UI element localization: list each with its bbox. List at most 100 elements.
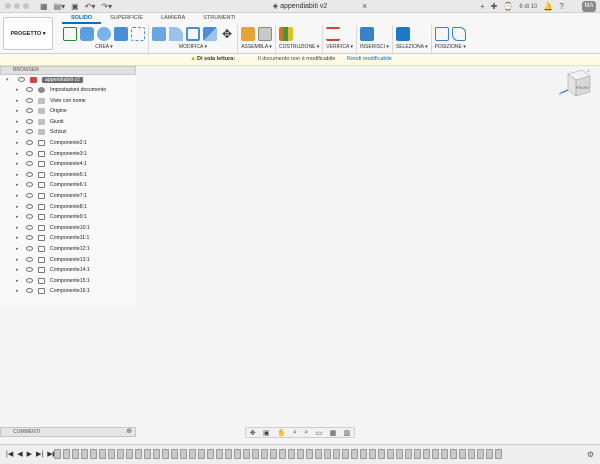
browser-item[interactable]: ▸ Componente13:1 <box>0 255 136 265</box>
group-posizione-label[interactable]: POSIZIONE ▾ <box>435 44 466 50</box>
revolve-icon[interactable] <box>97 26 111 41</box>
expand-arrow-icon[interactable]: ▸ <box>16 286 19 296</box>
visibility-eye-icon[interactable] <box>26 108 33 114</box>
expand-arrow-icon[interactable]: ▸ <box>16 223 19 233</box>
group-verifica-label[interactable]: VERIFICA ▾ <box>326 44 353 50</box>
browser-item[interactable]: ▸ Componente8:1 <box>0 202 136 212</box>
expand-arrow-icon[interactable]: ▸ <box>16 180 19 190</box>
visibility-eye-icon[interactable] <box>26 235 33 241</box>
timeline-feature[interactable] <box>468 449 475 459</box>
browser-item[interactable]: ▸ Viste con nome <box>0 96 136 106</box>
timeline-feature[interactable] <box>99 449 106 459</box>
group-costruzione-label[interactable]: COSTRUZIONE ▾ <box>279 44 319 50</box>
expand-arrow-icon[interactable]: ▸ <box>16 106 19 116</box>
box-icon[interactable] <box>114 26 128 41</box>
timeline-feature[interactable] <box>72 449 79 459</box>
browser-item[interactable]: ▸ Componente9:1 <box>0 212 136 222</box>
timeline-feature[interactable] <box>270 449 277 459</box>
timeline-feature[interactable] <box>315 449 322 459</box>
timeline-feature[interactable] <box>225 449 232 459</box>
visibility-eye-icon[interactable] <box>26 171 33 177</box>
timeline-feature[interactable] <box>495 449 502 459</box>
timeline-feature[interactable] <box>405 449 412 459</box>
visibility-eye-icon[interactable] <box>26 140 33 145</box>
group-modifica-label[interactable]: MODIFICA ▾ <box>152 44 234 50</box>
expand-arrow-icon[interactable]: ▸ <box>16 159 19 169</box>
plane-icon[interactable] <box>279 26 293 41</box>
add-comment-icon[interactable]: ⊕ <box>126 428 132 436</box>
timeline-feature[interactable] <box>423 449 430 459</box>
project-workspace-button[interactable]: PROGETTO ▾ <box>3 17 53 50</box>
orbit-icon[interactable]: ✥ <box>250 429 256 437</box>
browser-item[interactable]: ▸ Impostazioni documento <box>0 85 136 95</box>
visibility-eye-icon[interactable] <box>26 214 33 220</box>
visibility-eye-icon[interactable] <box>26 118 33 124</box>
new-tab-icon[interactable]: + <box>480 2 485 11</box>
visibility-eye-icon[interactable] <box>26 182 33 188</box>
timeline-feature[interactable] <box>90 449 97 459</box>
expand-arrow-icon[interactable]: ▸ <box>16 149 19 159</box>
viewports-icon[interactable]: ▥ <box>344 429 351 437</box>
timeline-feature[interactable] <box>324 449 331 459</box>
extrude-icon[interactable] <box>80 26 94 41</box>
capture-icon[interactable] <box>451 26 466 41</box>
timeline-feature[interactable] <box>207 449 214 459</box>
browser-panel-header[interactable]: BROWSER <box>0 66 136 75</box>
make-editable-button[interactable]: Rendi modificabile <box>343 55 396 63</box>
visibility-eye-icon[interactable] <box>26 193 33 198</box>
expand-arrow-icon[interactable]: ▸ <box>16 96 19 106</box>
browser-item[interactable]: ▸ Componente5:1 <box>0 170 136 180</box>
timeline-prev-button[interactable]: ◀ <box>17 450 22 458</box>
timeline-feature[interactable] <box>108 449 115 459</box>
timeline-start-button[interactable]: |◀ <box>6 450 13 458</box>
visibility-eye-icon[interactable] <box>26 288 33 294</box>
expand-arrow-icon[interactable]: ▸ <box>16 276 19 286</box>
timeline-feature[interactable] <box>243 449 250 459</box>
visibility-eye-icon[interactable] <box>26 246 33 251</box>
shell-icon[interactable] <box>186 26 200 41</box>
browser-item[interactable]: ▸ Componente6:1 <box>0 180 136 190</box>
tab-strumenti[interactable]: STRUMENTI <box>194 14 244 24</box>
timeline-feature[interactable] <box>342 449 349 459</box>
expand-arrow-icon[interactable]: ▸ <box>16 191 19 201</box>
timeline-feature[interactable] <box>360 449 367 459</box>
expand-arrow-icon[interactable]: ▸ <box>16 233 19 243</box>
timeline-feature[interactable] <box>135 449 142 459</box>
visibility-eye-icon[interactable] <box>26 87 33 92</box>
select-icon[interactable] <box>395 26 410 41</box>
timeline-feature[interactable] <box>63 449 70 459</box>
expand-arrow-icon[interactable]: ▸ <box>16 170 19 180</box>
timeline-feature[interactable] <box>171 449 178 459</box>
tab-counter[interactable]: 6 di 10 <box>519 4 537 10</box>
fillet-icon[interactable] <box>169 26 183 41</box>
tab-superficie[interactable]: SUPERFICIE <box>101 14 152 24</box>
timeline-feature[interactable] <box>378 449 385 459</box>
expand-arrow-icon[interactable]: ▸ <box>16 117 19 127</box>
move-icon[interactable]: ✥ <box>220 27 234 41</box>
browser-item[interactable]: ▸ Schizzi <box>0 127 136 137</box>
fit-icon[interactable]: ⌕ <box>304 429 308 437</box>
timeline-feature[interactable] <box>297 449 304 459</box>
timeline-feature[interactable] <box>450 449 457 459</box>
timeline-feature[interactable] <box>189 449 196 459</box>
visibility-eye-icon[interactable] <box>26 224 33 230</box>
browser-root-item[interactable]: ▾ appendiabiti v2 <box>0 75 136 85</box>
timeline-feature[interactable] <box>288 449 295 459</box>
tab-solido[interactable]: SOLIDO <box>62 14 102 24</box>
visibility-eye-icon[interactable] <box>26 203 33 209</box>
tab-lamiera[interactable]: LAMIERA <box>152 14 194 24</box>
browser-item[interactable]: ▸ Componente11:1 <box>0 233 136 243</box>
group-seleziona-label[interactable]: SELEZIONA ▾ <box>396 44 428 50</box>
timeline-settings-icon[interactable]: ⚙ <box>587 450 594 459</box>
help-icon[interactable]: ? <box>559 2 563 11</box>
timeline-feature[interactable] <box>369 449 376 459</box>
notifications-icon[interactable]: 🔔 <box>543 2 553 11</box>
visibility-eye-icon[interactable] <box>26 150 33 156</box>
visibility-eye-icon[interactable] <box>18 77 25 82</box>
position-icon[interactable] <box>434 26 449 41</box>
timeline-feature[interactable] <box>279 449 286 459</box>
expand-arrow-icon[interactable]: ▸ <box>16 212 19 222</box>
look-at-icon[interactable]: ▣ <box>263 429 270 437</box>
zoom-icon[interactable]: ⌕ <box>293 429 297 437</box>
timeline-feature[interactable] <box>162 449 169 459</box>
